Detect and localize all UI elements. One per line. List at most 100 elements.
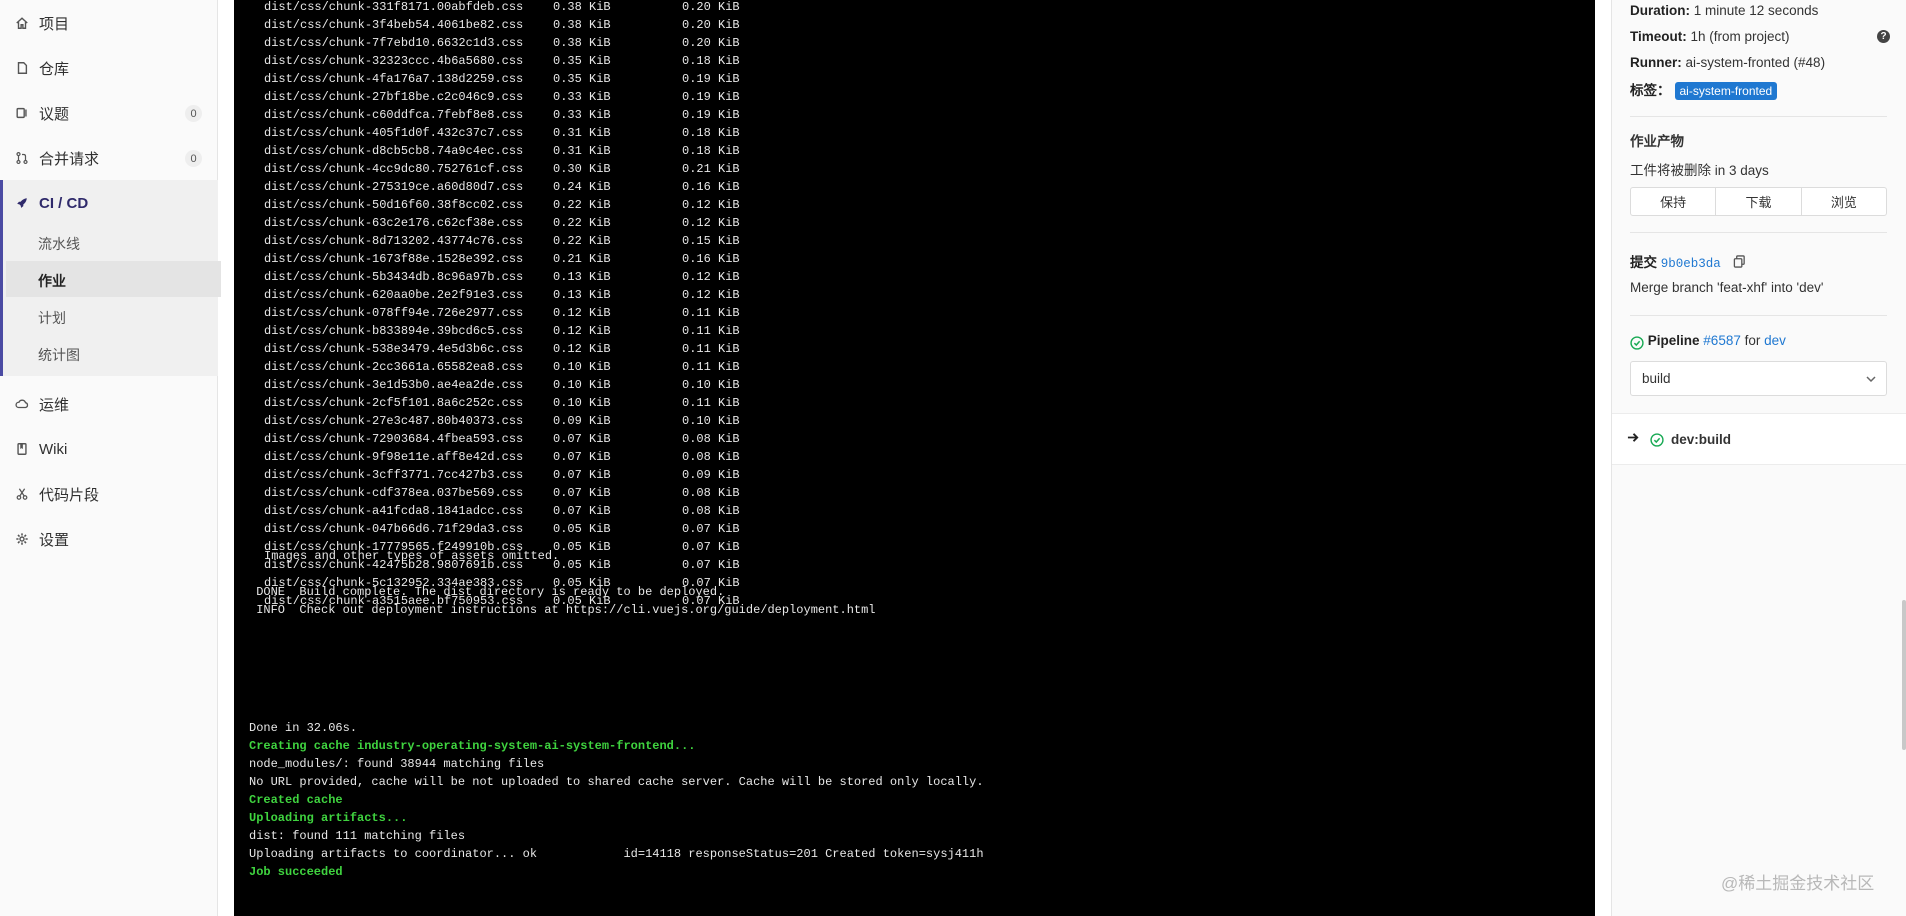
asset-size: 0.21 KiB (553, 252, 611, 266)
sidebar: 项目 仓库 议题 0 合并请求 0 CI / CD 流水线 作业 计划 统计图 … (0, 0, 221, 916)
job-log-terminal[interactable]: Images and other types of assets omitted… (234, 0, 1595, 916)
sidebar-item-label: 项目 (39, 15, 70, 33)
asset-file: dist/css/chunk-b833894e.39bcd6c5.css (264, 324, 524, 338)
asset-size: 0.05 KiB (553, 522, 611, 536)
browse-artifacts-button[interactable]: 浏览 (1802, 188, 1886, 215)
sidebar-subitem-jobs[interactable]: 作业 (38, 266, 66, 296)
asset-gzipped: 0.11 KiB (682, 360, 740, 374)
asset-size: 0.33 KiB (553, 90, 611, 104)
keep-artifacts-button[interactable]: 保持 (1631, 188, 1717, 215)
asset-size: 0.22 KiB (553, 216, 611, 230)
sidebar-item-wiki[interactable]: Wiki (0, 431, 218, 467)
commit-sha-link[interactable]: 9b0eb3da (1661, 257, 1721, 271)
sidebar-item-merge-requests[interactable]: 合并请求 0 (0, 140, 218, 176)
current-job-item[interactable]: dev:build (1612, 413, 1906, 465)
sidebar-item-label: CI / CD (39, 194, 89, 212)
duration-value: 1 minute 12 seconds (1693, 3, 1819, 18)
arrow-right-icon (1627, 431, 1640, 447)
asset-gzipped: 0.10 KiB (682, 378, 740, 392)
asset-size: 0.12 KiB (553, 324, 611, 338)
log-line: Creating cache industry-operating-system… (249, 739, 696, 753)
scrollbar[interactable] (1902, 600, 1906, 750)
asset-file: dist/css/chunk-42475b28.9807691b.css (264, 558, 524, 572)
asset-gzipped: 0.10 KiB (682, 414, 740, 428)
asset-gzipped: 0.16 KiB (682, 180, 740, 194)
asset-gzipped: 0.07 KiB (682, 522, 740, 536)
asset-file: dist/css/chunk-5c132952.334ae383.css (264, 576, 524, 590)
sidebar-item-cicd[interactable]: CI / CD (0, 185, 218, 221)
timeout-label: Timeout: (1630, 29, 1687, 44)
asset-file: dist/css/chunk-cdf378ea.037be569.css (264, 486, 524, 500)
job-name: dev:build (1671, 431, 1731, 447)
copy-icon[interactable] (1733, 255, 1746, 271)
asset-gzipped: 0.12 KiB (682, 198, 740, 212)
asset-size: 0.31 KiB (553, 144, 611, 158)
sidebar-item-snippets[interactable]: 代码片段 (0, 476, 218, 512)
asset-size: 0.35 KiB (553, 54, 611, 68)
asset-size: 0.38 KiB (553, 0, 611, 14)
download-artifacts-button[interactable]: 下载 (1716, 188, 1802, 215)
asset-size: 0.33 KiB (553, 108, 611, 122)
asset-size: 0.10 KiB (553, 378, 611, 392)
asset-gzipped: 0.11 KiB (682, 324, 740, 338)
watermark: @稀土掘金技术社区 (1721, 874, 1875, 893)
asset-gzipped: 0.21 KiB (682, 162, 740, 176)
sidebar-subitem-charts[interactable]: 统计图 (38, 340, 80, 370)
asset-size: 0.07 KiB (553, 450, 611, 464)
asset-size: 0.12 KiB (553, 306, 611, 320)
sidebar-item-repository[interactable]: 仓库 (0, 50, 218, 86)
runner-row: Runner: ai-system-fronted (#48) (1630, 55, 1825, 70)
asset-size: 0.10 KiB (553, 360, 611, 374)
artifacts-expire-prefix: 工件将被删除 (1630, 163, 1711, 178)
asset-gzipped: 0.09 KiB (682, 468, 740, 482)
asset-file: dist/css/chunk-63c2e176.c62cf38e.css (264, 216, 524, 230)
pipeline-number-link[interactable]: #6587 (1703, 333, 1741, 348)
issues-icon (14, 105, 30, 121)
asset-size: 0.07 KiB (553, 468, 611, 482)
asset-size: 0.31 KiB (553, 126, 611, 140)
asset-file: dist/css/chunk-331f8171.00abfdeb.css (264, 0, 524, 14)
scissors-icon (14, 486, 30, 502)
asset-gzipped: 0.08 KiB (682, 450, 740, 464)
asset-file: dist/css/chunk-7f7ebd10.6632c1d3.css (264, 36, 524, 50)
sidebar-item-operations[interactable]: 运维 (0, 386, 218, 422)
asset-gzipped: 0.20 KiB (682, 0, 740, 14)
asset-file: dist/css/chunk-72903684.4fbea593.css (264, 432, 524, 446)
sidebar-item-project[interactable]: 项目 (0, 5, 218, 41)
asset-file: dist/css/chunk-3cff3771.7cc427b3.css (264, 468, 524, 482)
asset-file: dist/css/chunk-32323ccc.4b6a5680.css (264, 54, 524, 68)
asset-gzipped: 0.20 KiB (682, 18, 740, 32)
asset-file: dist/css/chunk-a41fcda8.1841adcc.css (264, 504, 524, 518)
asset-file: dist/css/chunk-9f98e11e.aff8e42d.css (264, 450, 524, 464)
pipeline-branch-link[interactable]: dev (1764, 333, 1786, 348)
asset-gzipped: 0.12 KiB (682, 288, 740, 302)
asset-gzipped: 0.19 KiB (682, 108, 740, 122)
sidebar-subitem-schedules[interactable]: 计划 (38, 303, 66, 333)
log-line: No URL provided, cache will be not uploa… (249, 775, 984, 789)
sidebar-item-issues[interactable]: 议题 0 (0, 95, 218, 131)
help-icon[interactable]: ? (1877, 30, 1890, 43)
asset-size: 0.38 KiB (553, 36, 611, 50)
asset-gzipped: 0.08 KiB (682, 432, 740, 446)
sidebar-item-settings[interactable]: 设置 (0, 521, 218, 557)
commit-row: 提交 9b0eb3da (1630, 251, 1746, 271)
asset-size: 0.07 KiB (553, 486, 611, 500)
sidebar-subitem-pipelines[interactable]: 流水线 (38, 229, 80, 259)
stage-dropdown[interactable]: build (1630, 361, 1887, 396)
asset-gzipped: 0.11 KiB (682, 342, 740, 356)
log-line: Done in 32.06s. (249, 721, 358, 735)
merge-request-icon (14, 150, 30, 166)
asset-gzipped: 0.07 KiB (682, 540, 740, 554)
asset-size: 0.09 KiB (553, 414, 611, 428)
asset-file: dist/css/chunk-538e3479.4e5d3b6c.css (264, 342, 524, 356)
success-icon (1630, 335, 1644, 351)
sidebar-item-label: 议题 (39, 105, 70, 123)
asset-size: 0.05 KiB (553, 576, 611, 590)
sidebar-item-label: 代码片段 (39, 486, 100, 504)
asset-gzipped: 0.07 KiB (682, 594, 740, 608)
asset-file: dist/css/chunk-4cc9dc80.752761cf.css (264, 162, 524, 176)
asset-file: dist/css/chunk-27bf18be.c2c046c9.css (264, 90, 524, 104)
artifacts-expire: 工件将被删除 in 3 days (1630, 159, 1769, 179)
asset-gzipped: 0.20 KiB (682, 36, 740, 50)
stage-dropdown-value: build (1642, 371, 1671, 386)
